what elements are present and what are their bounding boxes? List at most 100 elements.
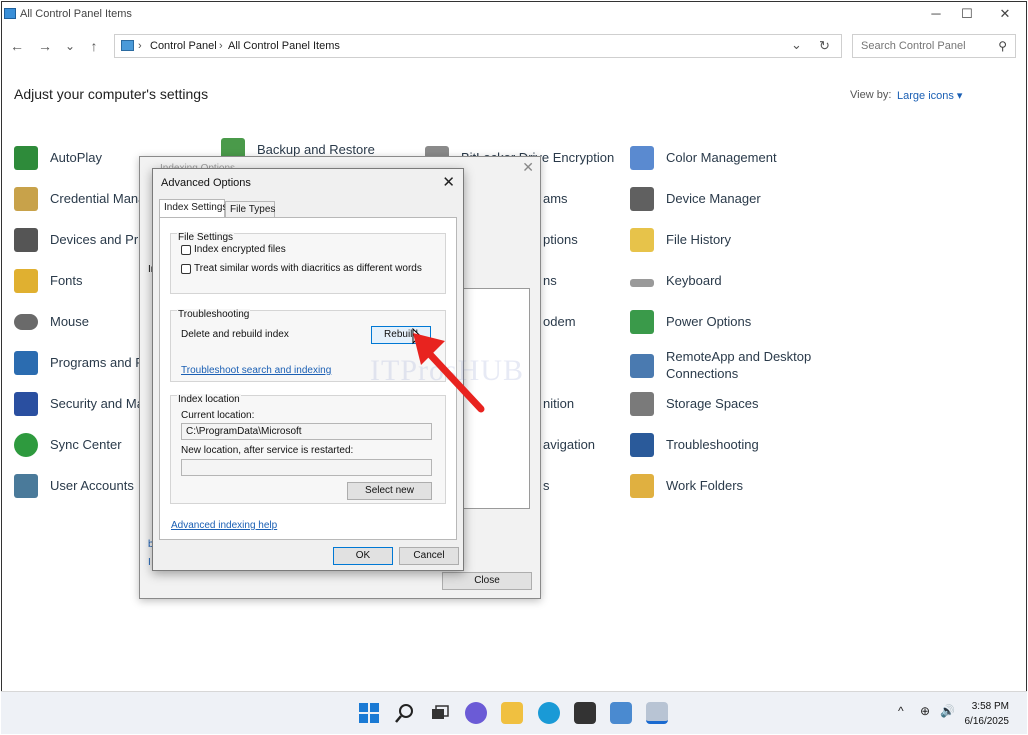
programs-icon — [14, 351, 38, 375]
edge-icon[interactable] — [538, 702, 560, 724]
tab-file-types[interactable]: File Types — [225, 201, 275, 218]
file-settings-group: File Settings Index encrypted files Trea… — [170, 232, 446, 294]
users-icon — [14, 474, 38, 498]
select-new-button[interactable]: Select new — [347, 482, 432, 500]
new-location-label: New location, after service is restarted… — [181, 445, 354, 456]
rebuild-description: Delete and rebuild index — [181, 329, 289, 340]
task-view-icon[interactable] — [429, 702, 451, 724]
chat-icon[interactable] — [465, 702, 487, 724]
close-icon[interactable]: ✕ — [522, 159, 534, 176]
autoplay-icon — [14, 146, 38, 170]
flag-icon — [14, 392, 38, 416]
advanced-help-link[interactable]: Advanced indexing help — [171, 520, 277, 531]
credential-icon — [14, 187, 38, 211]
item-label: File History — [666, 232, 732, 247]
page-title: Adjust your computer's settings — [14, 86, 209, 102]
item-label: Storage Spaces — [666, 396, 759, 411]
store-icon[interactable] — [574, 702, 596, 724]
folder-icon — [630, 228, 654, 252]
item-label: User Accounts — [50, 478, 134, 493]
search-icon[interactable] — [394, 702, 416, 724]
item-partial[interactable]: avigation — [543, 437, 595, 467]
item-label: Power Options — [666, 314, 752, 329]
maximize-button[interactable]: ☐ — [953, 5, 981, 23]
minimize-button[interactable]: ─ — [922, 5, 950, 23]
checkbox[interactable] — [181, 264, 191, 274]
item-label: Troubleshooting — [666, 437, 759, 452]
breadcrumb-separator: › — [219, 40, 223, 52]
close-icon[interactable]: ✕ — [442, 173, 455, 191]
work-folders-icon — [630, 474, 654, 498]
close-dialog-button[interactable]: Close — [442, 572, 532, 590]
clock[interactable]: 3:58 PM 6/16/2025 — [965, 699, 1010, 729]
storage-icon — [630, 392, 654, 416]
start-icon[interactable] — [358, 702, 380, 724]
item-label: Sync Center — [50, 437, 122, 452]
cancel-button[interactable]: Cancel — [399, 547, 459, 565]
item-label: Credential Mana — [50, 191, 146, 206]
item-label: Devices and Prir — [50, 232, 146, 247]
item-label: Security and Ma — [50, 396, 144, 411]
item-label: Work Folders — [666, 478, 744, 493]
network-icon[interactable]: ⊕ — [920, 704, 930, 718]
item-label: Programs and F — [50, 355, 144, 370]
item-partial[interactable]: odem — [543, 314, 576, 344]
group-label: Index location — [177, 394, 241, 405]
chevron-down-icon[interactable]: ⌄ — [791, 37, 802, 53]
chevron-up-icon[interactable]: ^ — [898, 704, 904, 718]
group-label: Troubleshooting — [177, 309, 251, 320]
tab-index-settings[interactable]: Index Settings — [159, 199, 227, 218]
ok-button[interactable]: OK — [333, 547, 393, 565]
group-label: File Settings — [177, 232, 235, 243]
breadcrumb-separator: › — [138, 40, 142, 52]
item-label: Backup and Restore — [257, 142, 375, 157]
volume-icon[interactable]: 🔊 — [940, 704, 955, 718]
troubleshoot-link[interactable]: Troubleshoot search and indexing — [181, 365, 331, 376]
breadcrumb-control-panel[interactable]: Control Panel — [150, 40, 217, 52]
sync-icon — [14, 433, 38, 457]
forward-button[interactable]: → — [34, 36, 56, 56]
control-panel-icon — [121, 40, 134, 51]
keyboard-icon — [630, 279, 654, 287]
item-partial[interactable]: ns — [543, 273, 557, 303]
refresh-icon[interactable]: ↻ — [819, 38, 830, 54]
indexing-options-taskbar-icon[interactable] — [646, 702, 668, 724]
remoteapp-icon — [630, 354, 654, 378]
item-label: Fonts — [50, 273, 83, 288]
taskbar: ^ ⊕ 🔊 3:58 PM 6/16/2025 — [1, 691, 1027, 734]
search-icon[interactable]: ⚲ — [998, 39, 1007, 53]
file-explorer-icon[interactable] — [501, 702, 523, 724]
close-button[interactable]: ✕ — [991, 5, 1019, 23]
search-box[interactable]: ⚲ — [852, 34, 1016, 58]
breadcrumb-all-items[interactable]: All Control Panel Items — [228, 40, 340, 52]
red-arrow-icon — [413, 333, 485, 413]
item-partial[interactable]: ptions — [543, 232, 578, 262]
window-title: All Control Panel Items — [20, 8, 132, 20]
dialog-title: Advanced Options — [161, 177, 251, 189]
view-by-dropdown[interactable]: Large icons ▾ — [897, 89, 962, 102]
item-label: Color Management — [666, 150, 777, 165]
recent-locations-button[interactable]: ⌄ — [59, 36, 81, 56]
item-partial[interactable]: nition — [543, 396, 574, 426]
troubleshooting-icon — [630, 433, 654, 457]
item-partial[interactable]: s — [543, 478, 550, 508]
mouse-icon — [14, 314, 38, 330]
color-icon — [630, 146, 654, 170]
current-location-label: Current location: — [181, 410, 255, 421]
power-icon — [630, 310, 654, 334]
current-location-field: C:\ProgramData\Microsoft — [181, 423, 432, 440]
partial-link[interactable]: I — [148, 557, 151, 568]
item-label: AutoPlay — [50, 150, 103, 165]
item-label: Keyboard — [666, 273, 722, 288]
search-input[interactable] — [859, 39, 993, 53]
checkbox[interactable] — [181, 245, 191, 255]
back-button[interactable]: ← — [6, 36, 28, 56]
control-panel-taskbar-icon[interactable] — [610, 702, 632, 724]
item-label: Device Manager — [666, 191, 761, 206]
item-partial[interactable]: ams — [543, 191, 568, 221]
fonts-icon — [14, 269, 38, 293]
title-bar: All Control Panel Items ─ ☐ ✕ — [2, 2, 1026, 28]
up-button[interactable]: ↑ — [83, 36, 105, 56]
address-bar[interactable]: › Control Panel › All Control Panel Item… — [114, 34, 842, 58]
new-location-field — [181, 459, 432, 476]
